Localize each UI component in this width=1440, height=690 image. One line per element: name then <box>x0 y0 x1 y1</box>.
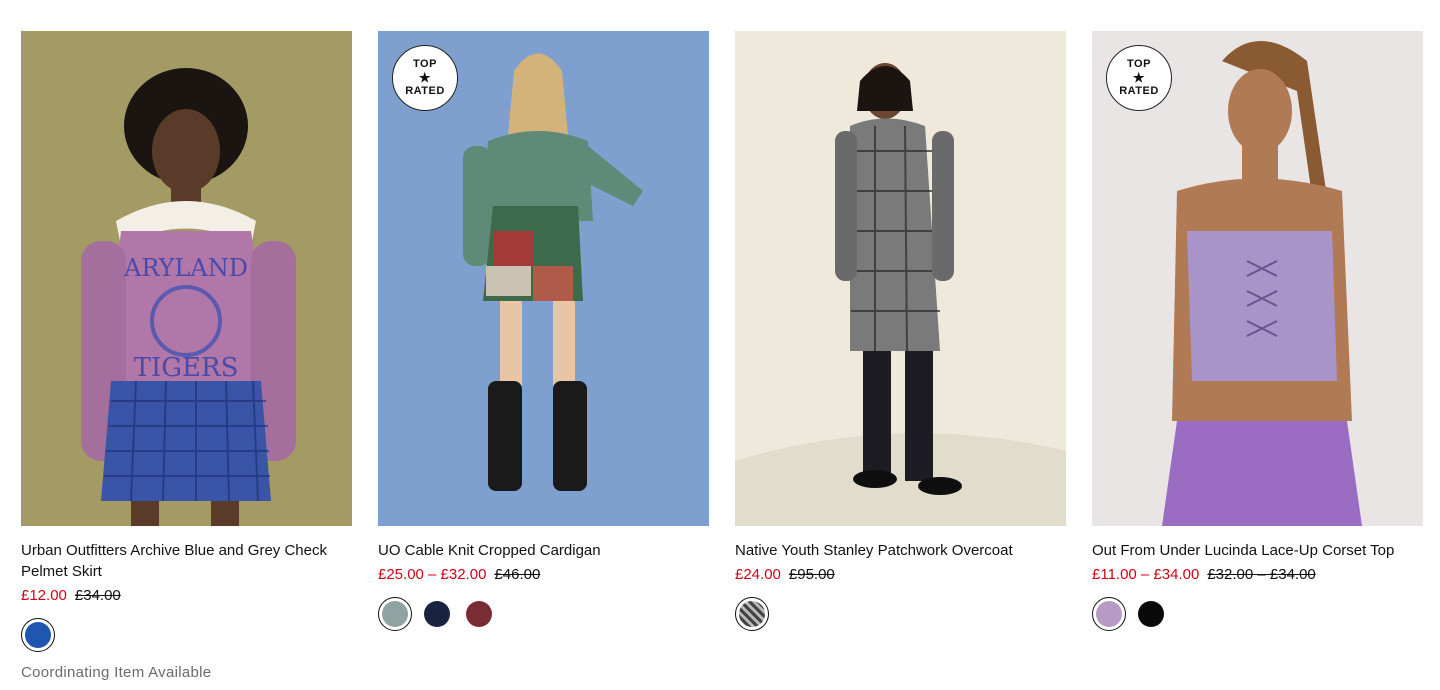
product-title[interactable]: Urban Outfitters Archive Blue and Grey C… <box>21 540 352 582</box>
product-card: TOP ★ RATED Out From Under Lucinda Lace-… <box>1092 31 1423 681</box>
product-grid: ARYLAND TIGERS Urban Outfitters Archive … <box>21 31 1423 681</box>
original-price: £34.00 <box>74 587 121 604</box>
product-title[interactable]: Out From Under Lucinda Lace-Up Corset To… <box>1092 540 1423 561</box>
product-title[interactable]: Native Youth Stanley Patchwork Overcoat <box>735 540 1066 561</box>
product-image[interactable] <box>735 31 1066 526</box>
swatch-grey-check[interactable] <box>735 597 769 631</box>
product-photo-overcoat <box>735 31 1066 526</box>
color-swatches <box>1092 597 1423 631</box>
swatch-black[interactable] <box>1134 597 1168 631</box>
original-price: £32.00 – £34.00 <box>1207 566 1316 583</box>
badge-text-rated: RATED <box>1119 85 1159 97</box>
product-image[interactable]: ARYLAND TIGERS <box>21 31 352 526</box>
swatch-lilac[interactable] <box>1092 597 1126 631</box>
svg-text:ARYLAND: ARYLAND <box>123 254 248 282</box>
price-row: £12.00 £34.00 <box>21 586 352 606</box>
swatch-sage[interactable] <box>378 597 412 631</box>
price-row: £24.00 £95.00 <box>735 565 1066 585</box>
product-image[interactable]: TOP ★ RATED <box>1092 31 1423 526</box>
original-price: £46.00 <box>494 566 541 583</box>
product-card: Native Youth Stanley Patchwork Overcoat … <box>735 31 1066 681</box>
coordinating-item-note[interactable]: Coordinating Item Available <box>21 664 352 681</box>
top-rated-badge: TOP ★ RATED <box>1106 45 1172 111</box>
sale-price: £25.00 – £32.00 <box>378 566 487 583</box>
swatch-blue[interactable] <box>21 618 55 652</box>
sale-price: £24.00 <box>735 566 781 583</box>
swatch-burgundy[interactable] <box>462 597 496 631</box>
star-icon: ★ <box>418 70 432 85</box>
product-card: ARYLAND TIGERS Urban Outfitters Archive … <box>21 31 352 681</box>
product-photo-skirt: ARYLAND TIGERS <box>21 31 352 526</box>
color-swatches <box>378 597 709 631</box>
sale-price: £11.00 – £34.00 <box>1092 566 1200 583</box>
swatch-navy[interactable] <box>420 597 454 631</box>
svg-text:TIGERS: TIGERS <box>134 353 239 383</box>
product-title[interactable]: UO Cable Knit Cropped Cardigan <box>378 540 709 561</box>
color-swatches <box>735 597 1066 631</box>
price-row: £11.00 – £34.00 £32.00 – £34.00 <box>1092 565 1423 585</box>
badge-text-rated: RATED <box>405 85 445 97</box>
product-card: TOP ★ RATED UO Cable Knit Cropped Cardig… <box>378 31 709 681</box>
top-rated-badge: TOP ★ RATED <box>392 45 458 111</box>
product-image[interactable]: TOP ★ RATED <box>378 31 709 526</box>
color-swatches <box>21 618 352 652</box>
price-row: £25.00 – £32.00 £46.00 <box>378 565 709 585</box>
sale-price: £12.00 <box>21 587 67 604</box>
original-price: £95.00 <box>788 566 835 583</box>
star-icon: ★ <box>1132 70 1146 85</box>
